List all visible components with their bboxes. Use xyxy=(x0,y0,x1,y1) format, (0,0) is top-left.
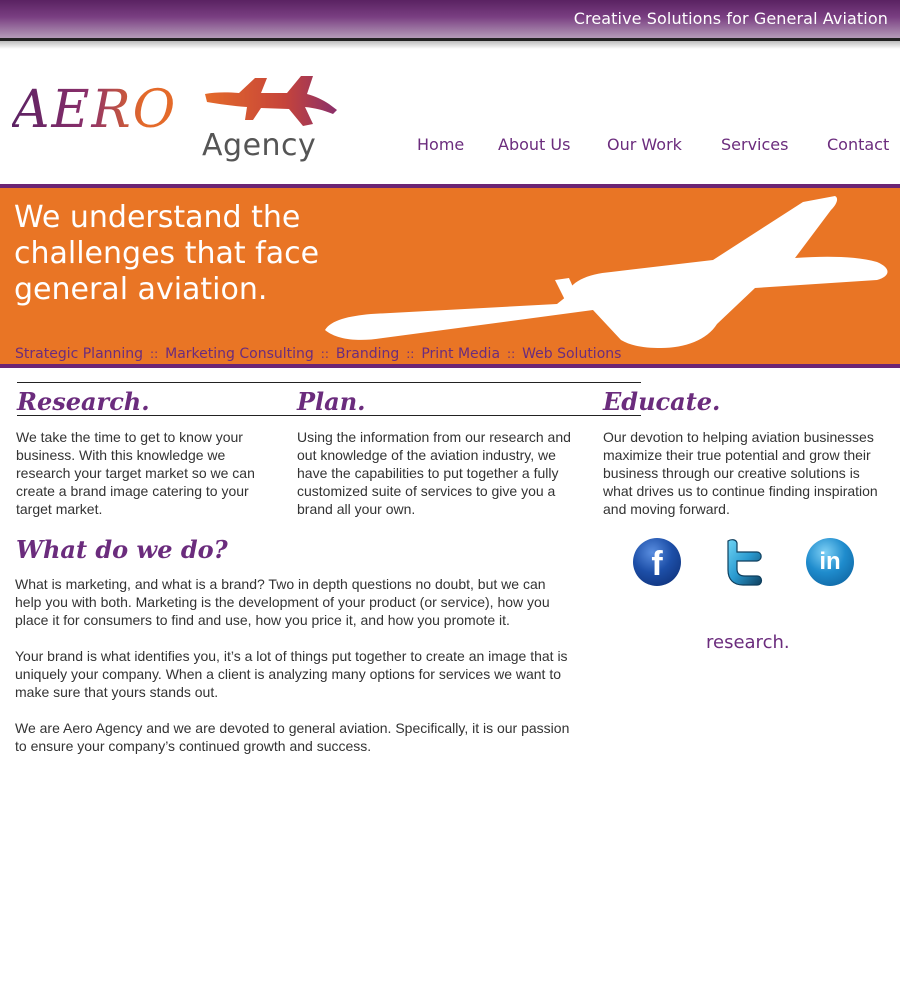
plan-text: Using the information from our research … xyxy=(297,429,571,517)
service-print-media: Print Media xyxy=(421,346,501,362)
nav-contact[interactable]: Contact xyxy=(827,135,889,154)
airplane-silhouette-icon xyxy=(325,196,888,348)
twitter-glyph xyxy=(727,539,763,586)
nav-our-work[interactable]: Our Work xyxy=(607,135,682,154)
service-strategic-planning: Strategic Planning xyxy=(15,346,144,362)
main-nav: Home About Us Our Work Services Contact xyxy=(0,135,900,157)
nav-about-us[interactable]: About Us xyxy=(498,135,570,154)
service-separator: :: xyxy=(406,347,415,361)
educate-text: Our devotion to helping aviation busines… xyxy=(603,429,878,517)
service-separator: :: xyxy=(507,347,516,361)
hero-bottom-border xyxy=(0,364,900,368)
top-bar-shadow xyxy=(0,41,900,49)
service-separator: :: xyxy=(150,347,159,361)
tagline: Creative Solutions for General Aviation xyxy=(573,9,888,28)
research-text: We take the time to get to know your bus… xyxy=(16,429,255,517)
column-top-rule xyxy=(17,382,641,383)
hero-banner: We understand the challenges that face g… xyxy=(0,188,900,364)
logo-aero-text: AERO xyxy=(12,80,178,140)
heading-research: Research. xyxy=(17,387,150,416)
nav-home[interactable]: Home xyxy=(417,135,464,154)
service-marketing-consulting: Marketing Consulting xyxy=(165,346,314,362)
what-we-do-paragraph-3: We are Aero Agency and we are devoted to… xyxy=(15,720,570,754)
services-list: Strategic Planning:: Marketing Consulting… xyxy=(15,346,621,362)
sidebar-research-label: research. xyxy=(706,632,790,653)
linkedin-glyph: in xyxy=(819,548,841,575)
what-we-do-paragraph-1: What is marketing, and what is a brand? … xyxy=(15,576,550,628)
heading-plan: Plan. xyxy=(297,387,366,416)
what-we-do-paragraph-2: Your brand is what identifies you, it’s … xyxy=(15,648,568,700)
facebook-glyph: f xyxy=(651,545,663,583)
logo-plane-icon xyxy=(205,76,337,126)
hero-headline: We understand the challenges that face g… xyxy=(14,200,320,307)
heading-what-do-we-do: What do we do? xyxy=(16,535,228,564)
service-web-solutions: Web Solutions xyxy=(522,346,622,362)
heading-educate: Educate. xyxy=(603,387,721,416)
facebook-icon[interactable]: f xyxy=(633,538,681,586)
service-separator: :: xyxy=(320,347,329,361)
nav-services[interactable]: Services xyxy=(721,135,788,154)
linkedin-icon[interactable]: in xyxy=(806,538,854,586)
top-bar: Creative Solutions for General Aviation xyxy=(0,0,900,38)
service-branding: Branding xyxy=(335,346,400,362)
twitter-icon[interactable] xyxy=(721,538,769,586)
